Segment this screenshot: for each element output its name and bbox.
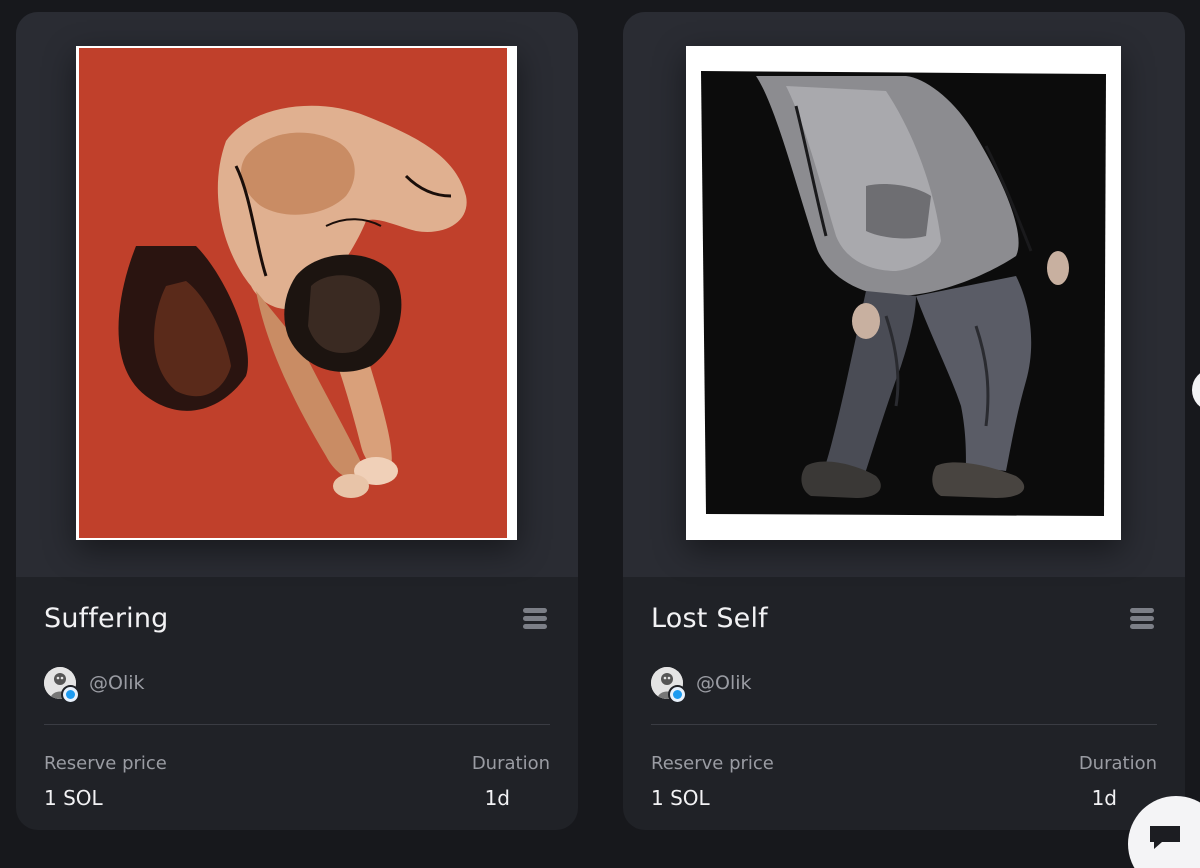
duration-value: 1d <box>1091 786 1117 810</box>
reserve-price-label: Reserve price <box>651 753 774 774</box>
duration-label: Duration <box>1078 753 1157 774</box>
artwork-title[interactable]: Lost Self <box>651 603 768 634</box>
reserve-price-label: Reserve price <box>44 753 167 774</box>
artwork-preview-area <box>16 12 578 577</box>
menu-icon[interactable] <box>522 608 548 634</box>
duration-value: 1d <box>484 786 510 810</box>
reserve-price-value: 1 SOL <box>651 786 710 810</box>
artwork-info: Suffering @Olik Reserve price 1 SOL Dura… <box>16 577 578 830</box>
twitter-verified-icon <box>61 685 80 704</box>
artwork-title[interactable]: Suffering <box>44 603 169 634</box>
avatar[interactable] <box>44 667 80 704</box>
artwork-card-lost-self[interactable]: Lost Self @Olik Reserve price 1 SOL Dura… <box>623 12 1185 830</box>
artwork-card-suffering[interactable]: Suffering @Olik Reserve price 1 SOL Dura… <box>16 12 578 830</box>
divider <box>651 724 1157 725</box>
chat-icon <box>1150 826 1180 849</box>
twitter-verified-icon <box>668 685 687 704</box>
creator-handle[interactable]: @Olik <box>89 672 145 694</box>
artwork-preview-area <box>623 12 1185 577</box>
artwork-info: Lost Self @Olik Reserve price 1 SOL Dura… <box>623 577 1185 830</box>
artwork-image[interactable] <box>76 46 517 540</box>
menu-icon[interactable] <box>1129 608 1155 634</box>
creator-row[interactable]: @Olik <box>44 665 145 704</box>
creator-row[interactable]: @Olik <box>651 665 752 704</box>
chevron-right-icon[interactable] <box>1192 370 1200 410</box>
duration-label: Duration <box>471 753 550 774</box>
avatar[interactable] <box>651 667 687 704</box>
artwork-image[interactable] <box>686 46 1121 540</box>
auction-grid: Suffering @Olik Reserve price 1 SOL Dura… <box>0 0 1200 868</box>
creator-handle[interactable]: @Olik <box>696 672 752 694</box>
divider <box>44 724 550 725</box>
reserve-price-value: 1 SOL <box>44 786 103 810</box>
